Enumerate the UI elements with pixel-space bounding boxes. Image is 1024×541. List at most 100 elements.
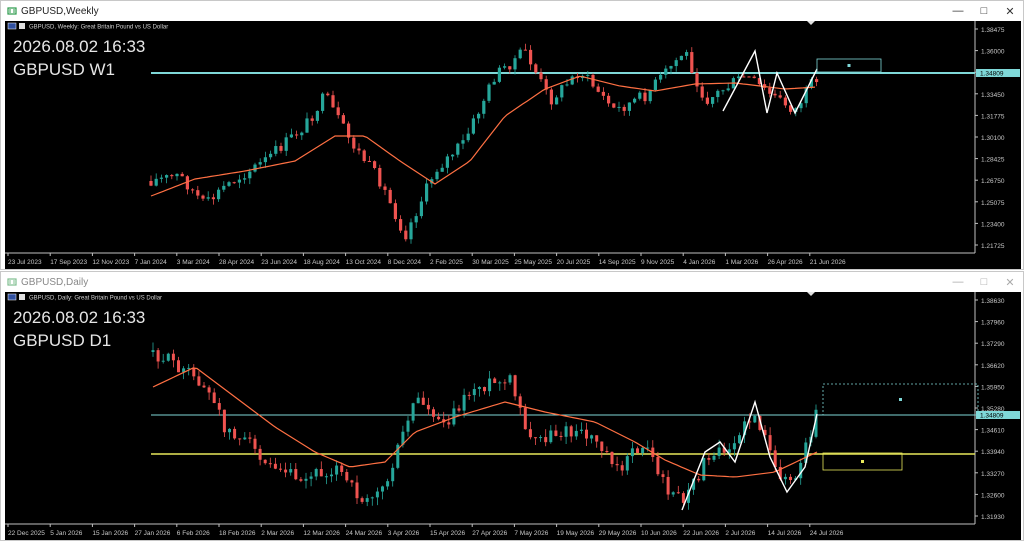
candle-body: [197, 376, 201, 386]
chart-canvas-weekly[interactable]: 1.384751.360001.351251.334501.317751.301…: [5, 21, 1021, 269]
candle-body: [641, 447, 645, 453]
candle-body: [391, 467, 395, 482]
candle-body: [518, 49, 522, 59]
candle-body: [544, 437, 548, 443]
window-titlebar-daily[interactable]: GBPUSD,Daily — □ ✕: [1, 272, 1023, 292]
chart-canvas-daily[interactable]: 1.386301.379601.372901.366201.359501.352…: [5, 292, 1021, 540]
window-titlebar-weekly[interactable]: GBPUSD,Weekly — □ ✕: [1, 1, 1023, 21]
candle-body: [258, 448, 262, 460]
price-axis-label: 1.32600: [981, 492, 1005, 499]
candle-body: [679, 55, 683, 61]
candle-body: [432, 409, 435, 417]
time-axis-label: 21 Jun 2026: [810, 259, 846, 266]
timestamp-overlay: 2026.08.02 16:33: [13, 308, 145, 327]
candle-body: [253, 164, 257, 172]
maximize-icon[interactable]: □: [971, 272, 997, 292]
candle-body: [625, 456, 629, 471]
candle-body: [304, 478, 308, 481]
candle-body: [340, 465, 344, 473]
chart-window-daily[interactable]: GBPUSD,Daily — □ ✕ 1.38630 1.37960 1.37290…: [0, 271, 1024, 541]
candle-body: [248, 437, 252, 439]
candle-body: [375, 491, 379, 498]
candle-body: [156, 350, 160, 362]
price-chart-weekly[interactable]: 1.384751.360001.351251.334501.317751.301…: [5, 21, 1021, 269]
candle-body: [607, 95, 611, 104]
candle-body: [661, 474, 665, 477]
candle-body: [579, 429, 583, 431]
candle-body: [747, 76, 751, 78]
chart-window-weekly[interactable]: GBPUSD,Weekly — □ ✕ 1.384751.360001.3512…: [0, 0, 1024, 270]
zigzag-indicator-line: [722, 48, 818, 115]
candle-body: [569, 426, 573, 437]
candle-body: [269, 153, 273, 158]
candle-body: [467, 394, 471, 396]
candle-body: [419, 201, 423, 217]
price-axis-label: 1.36000: [981, 49, 1005, 56]
candle-body: [154, 178, 158, 186]
candle-body: [180, 173, 184, 177]
candle-body: [196, 190, 200, 196]
candle-body: [299, 479, 303, 481]
candle-body: [284, 469, 288, 473]
candle-body: [477, 387, 481, 390]
candle-body: [615, 464, 619, 466]
candle-body: [222, 185, 226, 190]
candle-body: [554, 430, 558, 436]
candle-body: [456, 143, 460, 155]
candle-body: [742, 76, 746, 78]
candle-body: [406, 420, 410, 432]
candle-body: [201, 195, 205, 199]
candle-body: [737, 76, 741, 79]
candle-body: [383, 186, 387, 190]
maximize-icon[interactable]: □: [971, 1, 997, 21]
candle-body: [321, 93, 325, 111]
candle-body: [378, 168, 382, 187]
candle-body: [726, 88, 730, 91]
current-price-label: 1.34809: [980, 71, 1004, 78]
candle-body: [601, 91, 605, 96]
price-axis-label: 1.31930: [981, 514, 1005, 521]
candle-body: [263, 459, 267, 464]
candle-body: [237, 179, 241, 183]
candle-body: [370, 497, 374, 499]
candle-body: [666, 476, 670, 495]
candle-body: [175, 173, 179, 177]
minimize-icon[interactable]: —: [945, 272, 971, 292]
time-axis-label: 20 Jul 2025: [557, 259, 591, 266]
candle-body: [421, 397, 425, 405]
candle-body: [627, 102, 631, 111]
candle-body: [523, 407, 527, 430]
time-axis-label: 22 Dec 2025: [8, 530, 45, 537]
time-axis-label: 28 Apr 2024: [219, 259, 254, 266]
candle-body: [705, 97, 709, 104]
price-axis-label: 1.37960: [981, 320, 1005, 327]
candle-body: [166, 353, 170, 361]
window-title: GBPUSD,Weekly: [21, 5, 99, 17]
price-chart-daily[interactable]: 1.38630 1.37960 1.37290 1.36620 1.35950 1.352…: [5, 292, 1021, 540]
candle-body: [341, 115, 345, 124]
candle-body: [457, 408, 461, 411]
candle-body: [676, 492, 680, 494]
candle-body: [305, 118, 309, 133]
candle-body: [314, 469, 318, 477]
candle-body: [471, 118, 475, 134]
candle-body: [620, 465, 624, 471]
time-axis-label: 17 Sep 2023: [50, 259, 87, 266]
candle-body: [638, 92, 642, 99]
candle-body: [539, 437, 543, 439]
time-axis-label: 4 Jan 2026: [683, 259, 716, 266]
close-icon[interactable]: ✕: [997, 1, 1023, 21]
close-icon[interactable]: ✕: [997, 272, 1023, 292]
candle-body: [564, 426, 568, 437]
candle-body: [717, 447, 721, 456]
candle-body: [630, 448, 634, 457]
minimize-icon[interactable]: —: [945, 1, 971, 21]
candle-body: [498, 382, 502, 384]
candle-body: [669, 66, 673, 69]
candle-body: [590, 435, 594, 439]
candle-body: [452, 408, 456, 425]
time-axis-label: 1 Mar 2026: [725, 259, 758, 266]
candle-body: [386, 481, 390, 487]
candle-body: [367, 161, 371, 163]
candle-body: [671, 492, 675, 495]
